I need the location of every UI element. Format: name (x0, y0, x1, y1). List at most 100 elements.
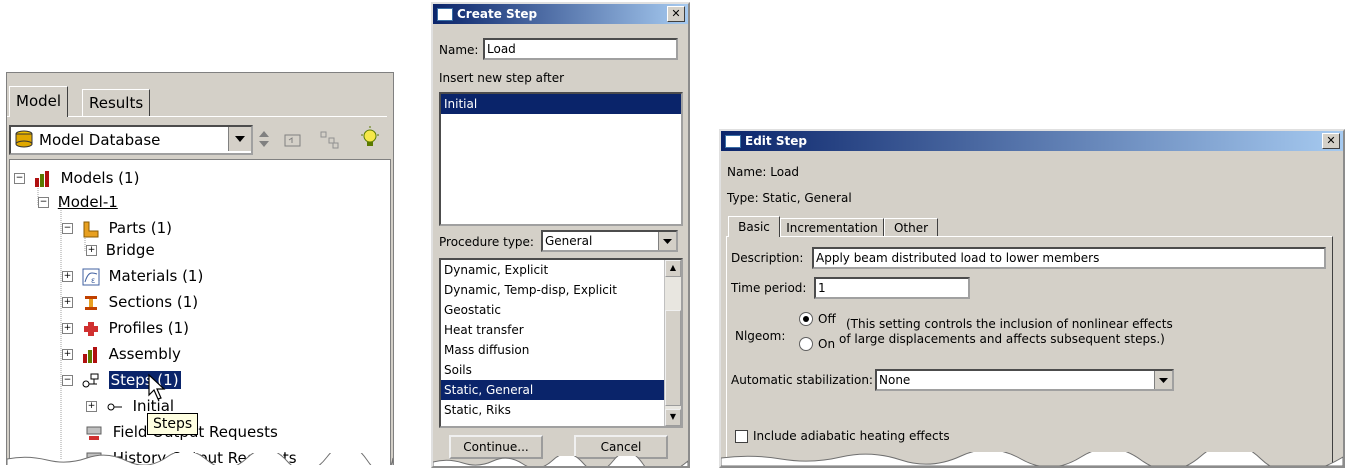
database-icon (15, 130, 33, 148)
model-tree: − Models (1) − Model-1 − Parts (1) + Bri… (9, 159, 391, 465)
list-item[interactable]: Mass diffusion (441, 340, 681, 360)
window-icon (725, 135, 741, 148)
model-database-label: Model Database (39, 131, 161, 149)
close-button[interactable]: ✕ (667, 6, 685, 22)
description-input[interactable]: Apply beam distributed load to lower mem… (812, 247, 1326, 269)
list-item[interactable]: Static, Riks (441, 400, 681, 420)
tree-node-model-1[interactable]: − Model-1 (38, 192, 118, 212)
expand-icon[interactable]: + (86, 245, 97, 256)
lightbulb-icon[interactable] (359, 126, 381, 150)
steps-icon (82, 373, 99, 387)
torn-edge (7, 453, 393, 465)
adiabatic-label: Include adiabatic heating effects (753, 429, 950, 443)
create-step-titlebar: Create Step ✕ (433, 4, 688, 24)
step-name-line: Name: Load (727, 165, 800, 179)
chevron-down-icon[interactable] (1154, 371, 1172, 389)
procedure-type-value: General (545, 234, 593, 248)
expand-icon[interactable]: + (62, 271, 73, 282)
list-item[interactable]: Dynamic, Explicit (441, 260, 681, 280)
chevron-down-icon[interactable] (658, 232, 676, 250)
tree-node-label: Steps (1) (108, 371, 181, 389)
sort-arrows-icon[interactable] (257, 129, 271, 149)
scroll-down-icon[interactable]: ▼ (665, 409, 681, 426)
model-tree-panel: Model Results Model Database − Models (1… (6, 72, 394, 465)
tree-node-profiles[interactable]: + Profiles (1) (62, 318, 189, 338)
torn-edge (433, 456, 688, 466)
scrollbar[interactable]: ▲ ▼ (664, 260, 681, 426)
tree-node-bridge[interactable]: + Bridge (86, 240, 155, 260)
tree-node-models[interactable]: − Models (1) (14, 168, 139, 188)
collapse-icon[interactable]: − (38, 197, 49, 208)
collapse-icon[interactable]: − (14, 173, 25, 184)
tab-results[interactable]: Results (82, 89, 151, 117)
expand-icon[interactable]: + (62, 349, 73, 360)
tree-node-label: Materials (1) (108, 267, 204, 285)
tree-node-label: Sections (1) (108, 293, 199, 311)
list-item[interactable]: Geostatic (441, 300, 681, 320)
step-type-line: Type: Static, General (727, 191, 852, 205)
insert-after-list[interactable]: Initial (439, 92, 683, 226)
tree-node-label: Models (1) (60, 169, 140, 187)
tab-other[interactable]: Other (884, 218, 938, 237)
list-item[interactable]: Soils (441, 360, 681, 380)
description-label: Description: (731, 251, 804, 265)
nlgeom-on-radio[interactable] (799, 337, 813, 351)
procedure-type-select[interactable]: General (541, 230, 678, 252)
expand-icon[interactable]: + (62, 323, 73, 334)
collapse-icon[interactable]: − (62, 375, 73, 386)
name-label: Name: (439, 43, 479, 57)
step-name-input[interactable]: Load (483, 38, 678, 60)
tree-node-label: Parts (1) (108, 219, 173, 237)
tree-node-label: Bridge (105, 241, 155, 259)
parts-icon (83, 221, 99, 237)
model-database-select[interactable]: Model Database (9, 125, 253, 155)
collapse-icon[interactable]: − (62, 223, 73, 234)
window-icon (437, 8, 453, 21)
tab-basic[interactable]: Basic (728, 216, 780, 237)
edit-step-titlebar: Edit Step ✕ (721, 131, 1343, 151)
time-period-input[interactable]: 1 (814, 277, 970, 299)
models-icon (34, 170, 49, 187)
chevron-down-icon[interactable] (228, 127, 251, 151)
tooltip: Steps (147, 413, 199, 435)
procedure-list[interactable]: Dynamic, Explicit Dynamic, Temp-disp, Ex… (439, 258, 683, 428)
tree-node-label: Assembly (108, 345, 181, 363)
list-item[interactable]: Initial (441, 94, 681, 114)
tab-incrementation[interactable]: Incrementation (780, 218, 884, 237)
time-period-label: Time period: (731, 281, 807, 295)
list-item[interactable]: Dynamic, Temp-disp, Explicit (441, 280, 681, 300)
scroll-up-icon[interactable]: ▲ (665, 260, 681, 277)
tree-node-assembly[interactable]: + Assembly (62, 344, 181, 364)
list-item[interactable]: Static, General (441, 380, 681, 400)
scroll-thumb[interactable] (665, 310, 681, 406)
tree-node-parts[interactable]: − Parts (1) (62, 218, 172, 238)
tree-node-sections[interactable]: + Sections (1) (62, 292, 198, 312)
create-step-dialog: Create Step ✕ Name: Load Insert new step… (431, 2, 690, 468)
nlgeom-label: Nlgeom: (735, 329, 786, 343)
close-button[interactable]: ✕ (1322, 133, 1340, 149)
tab-model[interactable]: Model (9, 86, 69, 117)
stabilization-select[interactable]: None (875, 369, 1174, 391)
nlgeom-note-line-1: (This setting controls the inclusion of … (846, 317, 1173, 331)
nlgeom-off-label: Off (818, 312, 836, 326)
field-output-icon (86, 426, 102, 440)
tree-node-label: Model-1 (57, 193, 118, 211)
expand-icon[interactable]: + (86, 401, 97, 412)
tree-node-label: Profiles (1) (108, 319, 190, 337)
adiabatic-checkbox[interactable] (735, 430, 748, 443)
folder-up-icon[interactable] (283, 131, 303, 149)
materials-icon: ε (82, 268, 100, 285)
step-node-icon (107, 403, 122, 410)
expand-icon[interactable]: + (62, 297, 73, 308)
dialog-title: Edit Step (745, 134, 807, 148)
stabilization-label: Automatic stabilization: (731, 373, 873, 387)
tree-filter-icon[interactable] (319, 129, 341, 149)
list-item[interactable]: Heat transfer (441, 320, 681, 340)
tree-node-materials[interactable]: + ε Materials (1) (62, 266, 203, 286)
nlgeom-on-label: On (818, 337, 836, 351)
procedure-type-label: Procedure type: (439, 235, 534, 249)
sections-icon (84, 295, 97, 310)
nlgeom-off-radio[interactable] (799, 312, 813, 326)
dialog-title: Create Step (457, 7, 538, 21)
assembly-icon (82, 346, 97, 363)
